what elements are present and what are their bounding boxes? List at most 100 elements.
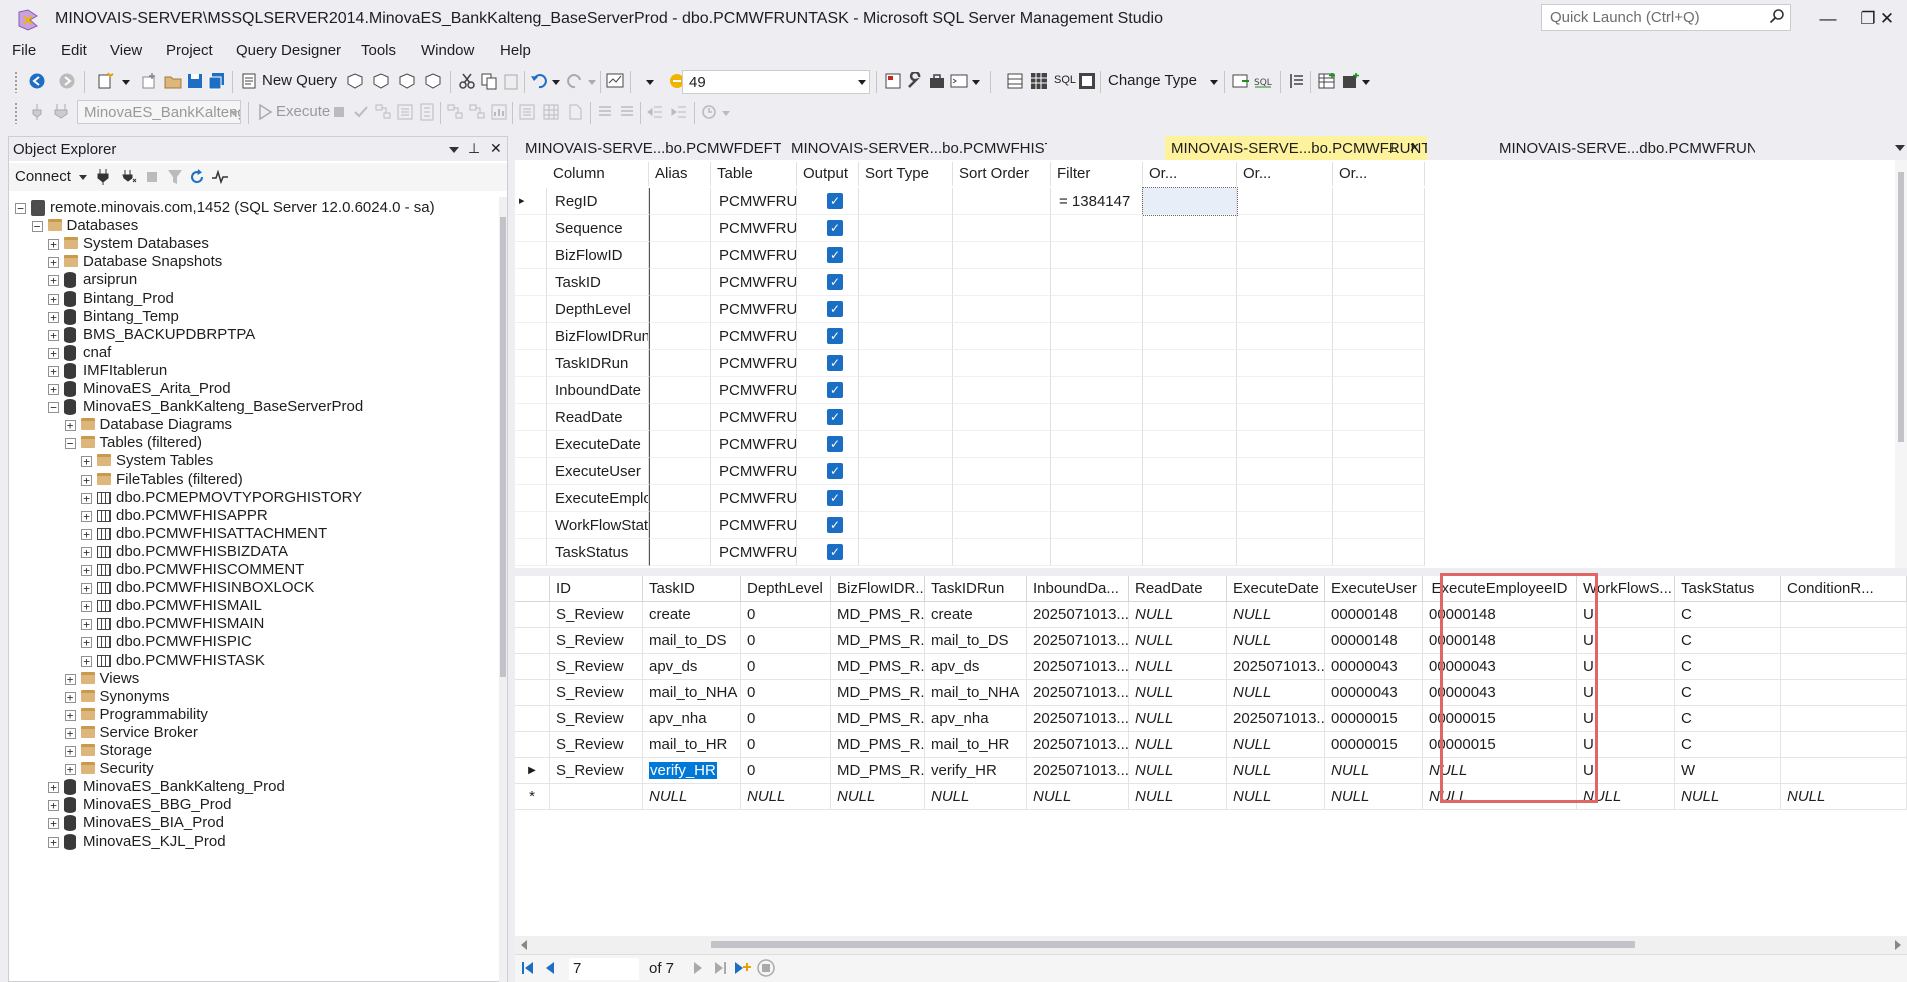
criteria-alias-cell[interactable] xyxy=(649,485,711,512)
results-cell-inbounddate[interactable]: 2025071013... xyxy=(1027,758,1129,784)
redo-icon[interactable] xyxy=(566,72,584,90)
save-all-icon[interactable] xyxy=(208,72,226,90)
expand-icon[interactable]: + xyxy=(64,727,76,739)
criteria-column-cell[interactable]: BizFlowID xyxy=(547,242,649,269)
refresh-icon[interactable] xyxy=(189,168,205,186)
criteria-sort-type-cell[interactable] xyxy=(859,377,953,404)
criteria-alias-cell[interactable] xyxy=(649,431,711,458)
criteria-or-cell[interactable] xyxy=(1237,512,1333,539)
results-cell-readdate[interactable]: NULL xyxy=(1129,706,1227,732)
criteria-filter-cell[interactable] xyxy=(1051,269,1143,296)
criteria-output-cell[interactable]: ✓ xyxy=(797,404,859,431)
close-icon[interactable]: ✕ xyxy=(490,140,502,157)
criteria-filter-cell[interactable] xyxy=(1051,512,1143,539)
criteria-or-cell[interactable] xyxy=(1237,539,1333,566)
results-cell-executedate[interactable]: NULL xyxy=(1227,602,1325,628)
criteria-column-cell[interactable]: TaskIDRun xyxy=(547,350,649,377)
expand-icon[interactable]: + xyxy=(64,691,76,703)
criteria-or-cell[interactable] xyxy=(1237,215,1333,242)
criteria-alias-cell[interactable] xyxy=(649,458,711,485)
results-cell-depthlevel[interactable]: 0 xyxy=(741,680,831,706)
criteria-output-cell[interactable]: ✓ xyxy=(797,188,859,215)
change-type-button[interactable]: Change Type xyxy=(1108,72,1197,89)
criteria-sort-order-cell[interactable] xyxy=(953,404,1051,431)
results-cell-taskstatus[interactable]: C xyxy=(1675,680,1781,706)
criteria-sort-order-cell[interactable] xyxy=(953,215,1051,242)
close-icon[interactable]: ✕ xyxy=(1409,140,1420,156)
criteria-output-cell[interactable]: ✓ xyxy=(797,323,859,350)
results-cell-bizflowidrun[interactable]: MD_PMS_R... xyxy=(831,654,925,680)
criteria-sort-type-cell[interactable] xyxy=(859,242,953,269)
results-cell-executedate[interactable]: NULL xyxy=(1227,680,1325,706)
scrollbar-thumb[interactable] xyxy=(1898,172,1904,442)
close-button[interactable]: ✕ xyxy=(1867,6,1907,32)
criteria-output-cell[interactable]: ✓ xyxy=(797,296,859,323)
toolbar-grip[interactable] xyxy=(14,102,18,124)
results-cell-depthlevel[interactable]: 0 xyxy=(741,706,831,732)
chevron-down-icon[interactable] xyxy=(646,80,654,85)
output-checkbox[interactable]: ✓ xyxy=(827,463,843,479)
decrease-indent-icon[interactable] xyxy=(646,103,664,121)
verify-sql-icon[interactable]: SQL xyxy=(1254,72,1272,90)
criteria-alias-cell[interactable] xyxy=(649,404,711,431)
criteria-or-cell[interactable] xyxy=(1333,431,1425,458)
results-cell-executeuser[interactable]: 00000043 xyxy=(1325,654,1423,680)
criteria-column-cell[interactable]: ReadDate xyxy=(547,404,649,431)
results-row-selector[interactable] xyxy=(515,602,550,628)
window-position-icon[interactable] xyxy=(449,147,459,153)
output-checkbox[interactable]: ✓ xyxy=(827,436,843,452)
results-cell-taskid[interactable]: apv_ds xyxy=(643,654,741,680)
criteria-table-cell[interactable]: PCMWFRU... xyxy=(711,377,797,404)
criteria-row-selector[interactable] xyxy=(515,242,547,269)
expand-icon[interactable]: + xyxy=(81,528,92,540)
criteria-column-cell[interactable]: InboundDate xyxy=(547,377,649,404)
toolbox-icon[interactable] xyxy=(928,72,946,90)
criteria-row-selector[interactable] xyxy=(515,350,547,377)
include-actual-plan-icon[interactable] xyxy=(446,103,464,121)
criteria-sort-type-cell[interactable] xyxy=(859,323,953,350)
results-to-file-icon[interactable] xyxy=(566,103,584,121)
criteria-or-cell[interactable] xyxy=(1237,485,1333,512)
results-header-executedate[interactable]: ExecuteDate xyxy=(1227,576,1325,602)
results-cell-id[interactable]: S_Review xyxy=(550,628,643,654)
expand-icon[interactable]: + xyxy=(48,275,59,287)
results-cell-bizflowidrun[interactable]: MD_PMS_R... xyxy=(831,680,925,706)
results-header-taskstatus[interactable]: TaskStatus xyxy=(1675,576,1781,602)
criteria-row-selector[interactable] xyxy=(515,512,547,539)
expand-icon[interactable]: + xyxy=(64,673,76,685)
results-cell-conditionresult[interactable] xyxy=(1781,758,1907,784)
criteria-output-cell[interactable]: ✓ xyxy=(797,485,859,512)
results-cell-executedate[interactable]: NULL xyxy=(1227,784,1325,810)
criteria-sort-type-cell[interactable] xyxy=(859,350,953,377)
results-cell-depthlevel[interactable]: 0 xyxy=(741,654,831,680)
results-to-grid-icon[interactable] xyxy=(542,103,560,121)
criteria-table-cell[interactable]: PCMWFRU... xyxy=(711,404,797,431)
criteria-or-cell[interactable] xyxy=(1333,188,1425,215)
results-cell-inbounddate[interactable]: 2025071013... xyxy=(1027,654,1129,680)
criteria-or-cell[interactable] xyxy=(1237,188,1333,215)
criteria-table-cell[interactable]: PCMWFRU... xyxy=(711,323,797,350)
menu-help[interactable]: Help xyxy=(500,42,531,59)
results-cell-conditionresult[interactable] xyxy=(1781,628,1907,654)
add-table-icon[interactable] xyxy=(1318,72,1336,90)
output-checkbox[interactable]: ✓ xyxy=(827,544,843,560)
criteria-scrollbar[interactable] xyxy=(1895,160,1907,568)
output-checkbox[interactable]: ✓ xyxy=(827,193,843,209)
criteria-column-cell[interactable]: ExecuteDate xyxy=(547,431,649,458)
results-cell-executedate[interactable]: 2025071013... xyxy=(1227,706,1325,732)
menu-view[interactable]: View xyxy=(110,42,142,59)
scrollbar-thumb[interactable] xyxy=(711,941,1635,948)
criteria-sort-order-cell[interactable] xyxy=(953,431,1051,458)
criteria-or-cell[interactable] xyxy=(1237,458,1333,485)
execute-icon[interactable] xyxy=(256,103,274,121)
new-project-icon[interactable] xyxy=(96,72,114,90)
stop-icon[interactable] xyxy=(330,103,348,121)
criteria-table-cell[interactable]: PCMWFRU... xyxy=(711,215,797,242)
results-cell-taskstatus[interactable]: C xyxy=(1675,732,1781,758)
results-cell-depthlevel[interactable]: 0 xyxy=(741,628,831,654)
criteria-sort-type-cell[interactable] xyxy=(859,188,953,215)
criteria-filter-cell[interactable] xyxy=(1051,323,1143,350)
results-cell-conditionresult[interactable] xyxy=(1781,654,1907,680)
criteria-alias-cell[interactable] xyxy=(649,215,711,242)
connect-object-explorer-icon[interactable] xyxy=(95,168,111,186)
